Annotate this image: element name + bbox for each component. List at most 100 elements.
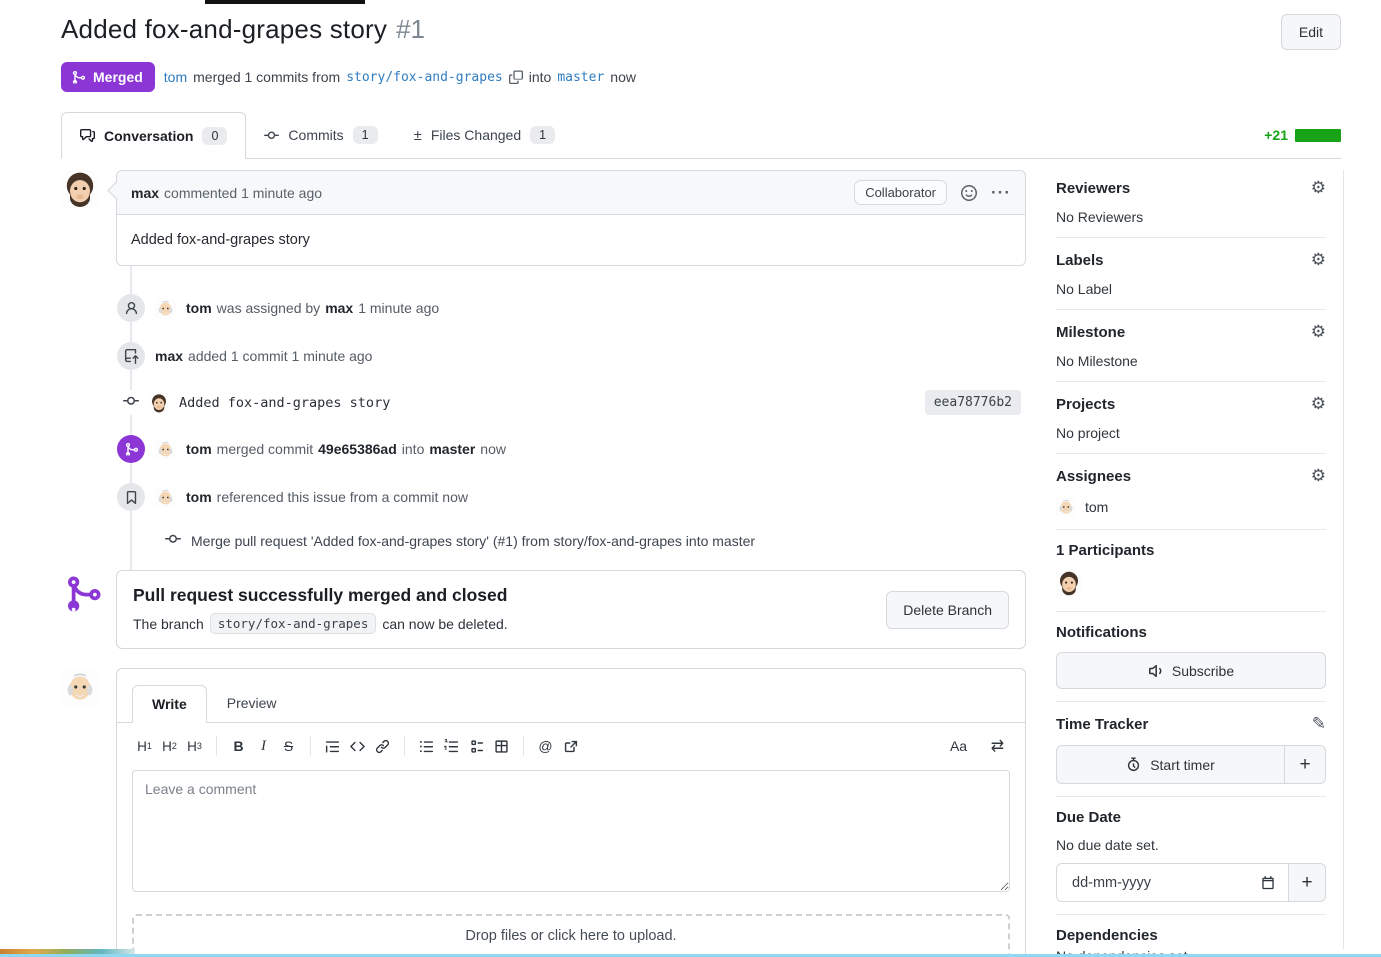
dependencies-section: Dependencies No dependencies set. (1056, 915, 1326, 957)
editor-tab-bar: Write Preview (117, 669, 1025, 723)
mention-button[interactable]: @ (533, 733, 558, 759)
tom-avatar[interactable] (155, 487, 176, 508)
table-button[interactable] (489, 733, 514, 759)
max-avatar[interactable] (61, 170, 99, 208)
dependencies-title: Dependencies (1056, 927, 1158, 944)
tom-avatar[interactable] (155, 298, 176, 319)
merge-action-text: merged 1 commits from (193, 69, 340, 85)
preview-tab[interactable]: Preview (207, 684, 297, 722)
time-tracker-title: Time Tracker (1056, 716, 1148, 733)
projects-gear-icon[interactable]: ⚙ (1311, 394, 1326, 414)
speaker-icon (1148, 663, 1164, 679)
labels-gear-icon[interactable]: ⚙ (1311, 250, 1326, 270)
subscribe-button[interactable]: Subscribe (1056, 652, 1326, 689)
calendar-icon[interactable] (1261, 876, 1275, 890)
assigned-user-link[interactable]: tom (186, 300, 212, 316)
due-date-title: Due Date (1056, 809, 1121, 826)
repo-push-icon (117, 342, 145, 370)
merge-commit-message-link[interactable]: Merge pull request 'Added fox-and-grapes… (191, 533, 755, 549)
stopwatch-icon (1126, 757, 1141, 772)
top-black-bar (205, 0, 365, 4)
time-tracker-pencil-icon[interactable]: ✎ (1312, 714, 1326, 734)
milestone-gear-icon[interactable]: ⚙ (1311, 322, 1326, 342)
assignee-tom[interactable]: tom (1056, 497, 1326, 517)
merge-author-link[interactable]: tom (164, 69, 187, 85)
quote-button[interactable] (320, 733, 345, 759)
heading2-button[interactable]: H2 (157, 733, 182, 759)
italic-button[interactable]: I (251, 733, 276, 759)
add-reaction-icon[interactable] (961, 185, 977, 201)
git-merge-large-icon (63, 574, 103, 617)
page-title: Added fox-and-grapes story (61, 14, 387, 45)
tab-commits[interactable]: Commits 1 (246, 112, 395, 158)
no-due-date-text: No due date set. (1056, 837, 1326, 853)
timeline: tom was assigned by max 1 minute ago max… (61, 280, 1026, 562)
committer-user-link[interactable]: max (155, 348, 183, 364)
bullet-list-button[interactable] (414, 733, 439, 759)
notifications-title: Notifications (1056, 624, 1147, 641)
sidebar-divider-line (1343, 170, 1344, 949)
code-button[interactable] (345, 733, 370, 759)
bookmark-icon (117, 483, 145, 511)
heading3-button[interactable]: H3 (182, 733, 207, 759)
no-project-text: No project (1056, 425, 1326, 441)
reference-button[interactable] (558, 733, 583, 759)
merged-sha: 49e65386ad (318, 441, 397, 457)
commit-message-link[interactable]: Added fox-and-grapes story (179, 395, 390, 411)
tom-avatar[interactable] (155, 439, 176, 460)
referencer-user-link[interactable]: tom (186, 489, 212, 505)
assignees-section: Assignees ⚙ tom (1056, 454, 1326, 530)
git-merge-icon (71, 70, 86, 85)
target-branch-link[interactable]: master (557, 70, 604, 85)
due-date-input[interactable] (1070, 874, 1261, 892)
assignees-gear-icon[interactable]: ⚙ (1311, 466, 1326, 486)
commits-icon (264, 128, 279, 143)
no-label-text: No Label (1056, 281, 1326, 297)
strikethrough-button[interactable]: S (276, 733, 301, 759)
participant-max-avatar[interactable] (1056, 570, 1082, 596)
tab-conversation[interactable]: Conversation 0 (61, 112, 246, 159)
write-tab[interactable]: Write (132, 685, 207, 723)
commit-sha-badge[interactable]: eea78776b2 (925, 390, 1021, 415)
notifications-section: Notifications Subscribe (1056, 612, 1326, 702)
due-date-section: Due Date No due date set. + (1056, 797, 1326, 915)
delete-branch-button[interactable]: Delete Branch (886, 591, 1009, 629)
time-tracker-controls: Start timer + (1056, 745, 1326, 784)
milestone-title: Milestone (1056, 324, 1125, 341)
link-button[interactable] (370, 733, 395, 759)
add-due-date-button[interactable]: + (1288, 864, 1325, 901)
max-avatar-small[interactable] (149, 393, 169, 413)
reviewers-gear-icon[interactable]: ⚙ (1311, 178, 1326, 198)
markdown-toolbar: H1 H2 H3 B I S @ (117, 723, 1025, 767)
comment-options-icon[interactable]: ··· (991, 183, 1011, 203)
milestone-section: Milestone ⚙ No Milestone (1056, 310, 1326, 382)
assignees-title: Assignees (1056, 468, 1131, 485)
tom-avatar[interactable] (61, 668, 99, 706)
assigner-user-link[interactable]: max (325, 300, 353, 316)
comment-thread-item: max commented 1 minute ago Collaborator … (61, 170, 1026, 266)
timeline-merge-commit-message: Merge pull request 'Added fox-and-grapes… (165, 521, 1026, 560)
heading1-button[interactable]: H1 (132, 733, 157, 759)
start-timer-button[interactable]: Start timer (1057, 746, 1284, 783)
comment-author-link[interactable]: max (131, 185, 159, 201)
timeline-merged: tom merged commit 49e65386ad into master… (61, 425, 1026, 473)
task-list-button[interactable] (464, 733, 489, 759)
add-time-button[interactable]: + (1284, 746, 1325, 783)
comment-textarea[interactable] (132, 770, 1010, 892)
text-size-icon[interactable]: Aa (946, 733, 971, 759)
source-branch-link[interactable]: story/fox-and-grapes (346, 70, 503, 85)
labels-section: Labels ⚙ No Label (1056, 238, 1326, 310)
file-dropzone[interactable]: Drop files or click here to upload. (132, 914, 1010, 957)
timeline-added-commit: max added 1 commit 1 minute ago (61, 332, 1026, 380)
numbered-list-button[interactable] (439, 733, 464, 759)
edit-button[interactable]: Edit (1281, 14, 1341, 50)
merge-time: now (610, 69, 636, 85)
reviewers-title: Reviewers (1056, 180, 1130, 197)
comment-card: max commented 1 minute ago Collaborator … (116, 170, 1026, 266)
tab-files-changed[interactable]: ± Files Changed 1 (396, 112, 573, 158)
bold-button[interactable]: B (226, 733, 251, 759)
merger-user-link[interactable]: tom (186, 441, 212, 457)
switch-editor-icon[interactable]: ⇄ (985, 733, 1010, 759)
copy-branch-icon[interactable] (509, 70, 523, 84)
into-text: into (529, 69, 552, 85)
